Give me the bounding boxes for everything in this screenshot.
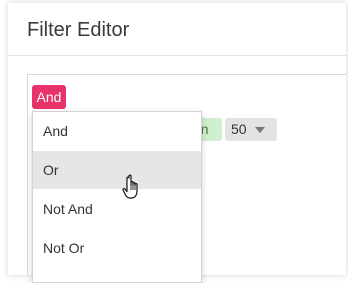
condition-value: 50	[231, 121, 247, 137]
hand-pointer-icon	[122, 174, 138, 199]
title-divider	[8, 55, 346, 56]
menu-item-and[interactable]: And	[33, 112, 201, 150]
menu-item-or[interactable]: Or	[33, 151, 201, 189]
group-operator-button[interactable]: And	[32, 85, 66, 109]
menu-item-not-or[interactable]: Not Or	[33, 229, 201, 267]
dialog-title: Filter Editor	[27, 19, 130, 41]
caret-down-icon[interactable]	[255, 127, 265, 133]
condition-value-editor[interactable]: 50	[225, 118, 277, 141]
menu-item-not-and[interactable]: Not And	[33, 190, 201, 228]
group-operator-dropdown: And Or Not And Not Or	[32, 111, 202, 283]
